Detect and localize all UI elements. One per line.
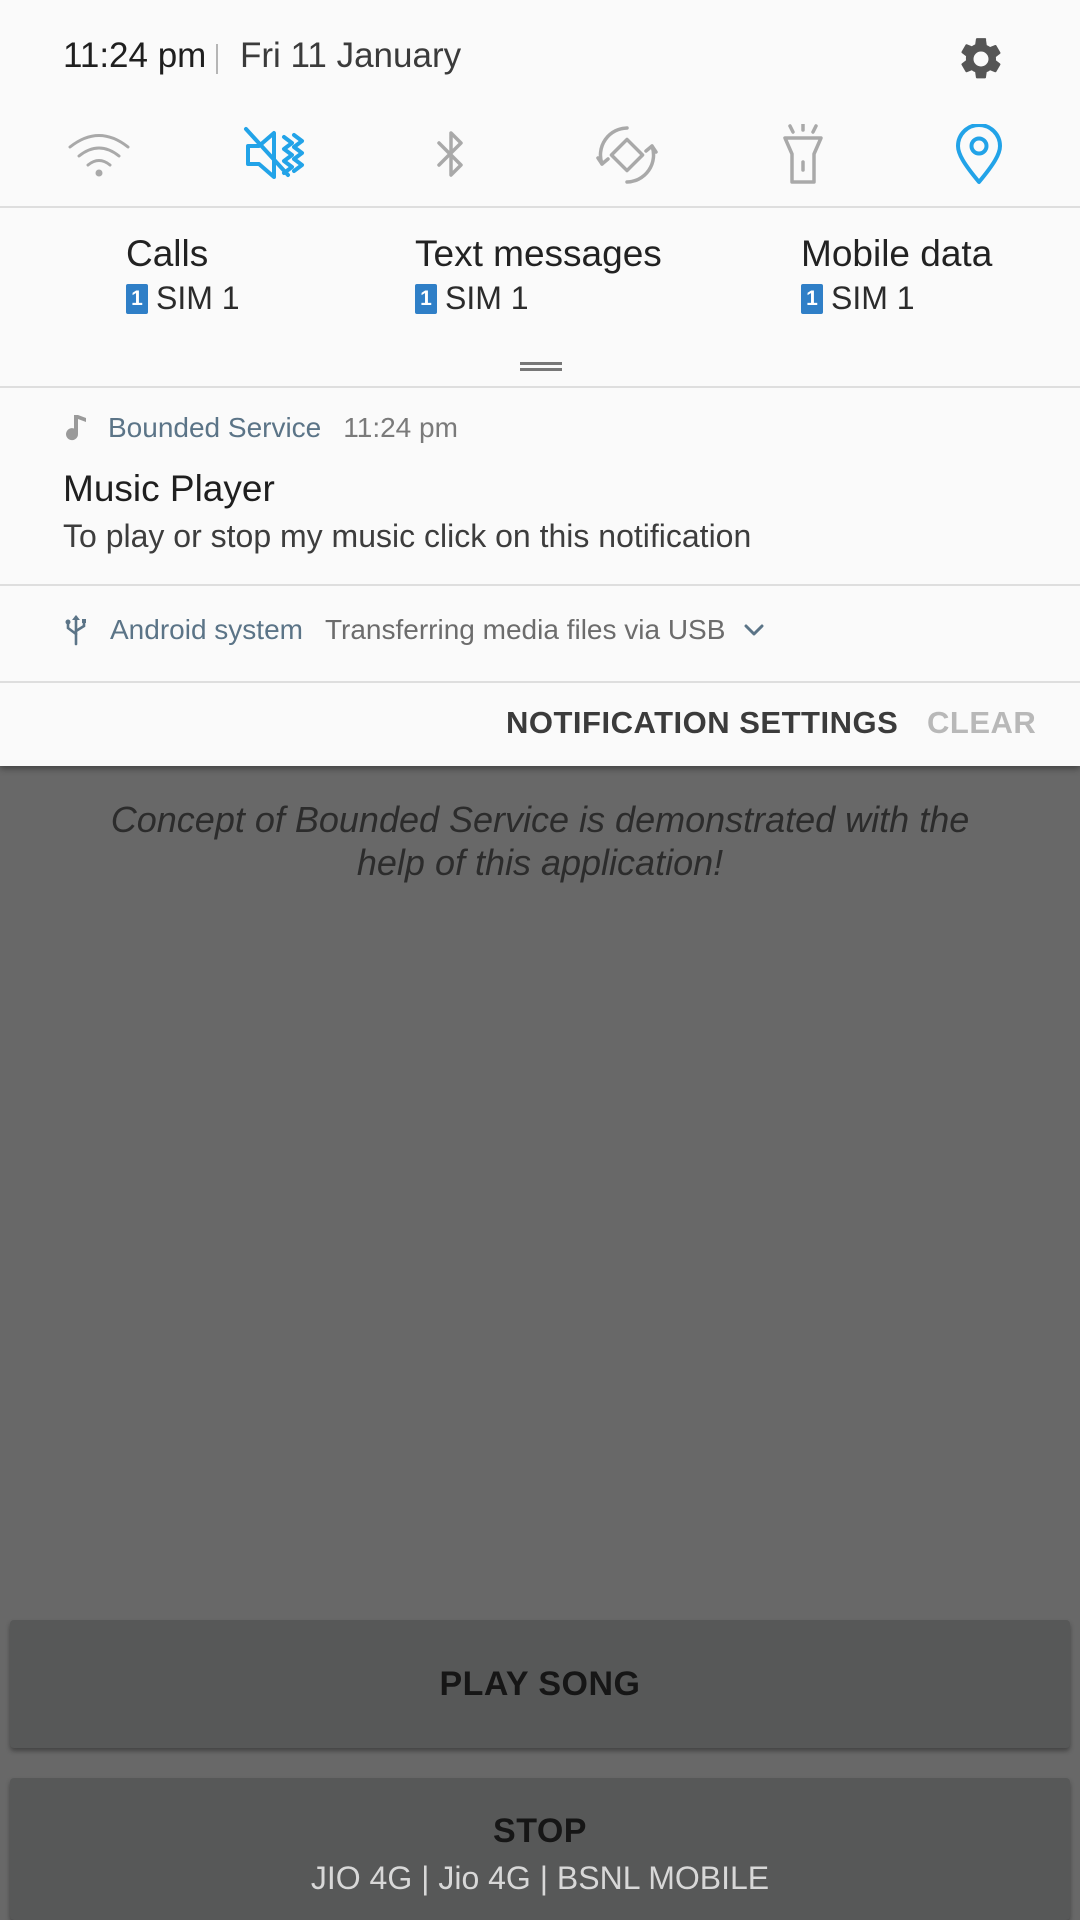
flashlight-toggle[interactable] [768, 120, 838, 190]
play-song-label: PLAY SONG [439, 1664, 641, 1703]
shade-actions: NOTIFICATION SETTINGS CLEAR [0, 683, 1080, 766]
sim-preferences: Calls 1 SIM 1 Text messages 1 SIM 1 Mobi… [0, 208, 1080, 386]
status-divider [216, 44, 218, 74]
notification-app-name: Android system [110, 614, 303, 645]
notification-text: Transferring media files via USB [324, 614, 726, 645]
stop-label: STOP [493, 1812, 587, 1850]
play-song-button[interactable]: PLAY SONG [10, 1620, 1070, 1748]
sound-toggle[interactable] [240, 120, 310, 190]
sim-data-value: SIM 1 [831, 280, 915, 316]
app-content: Concept of Bounded Service is demonstrat… [0, 766, 1080, 1920]
auto-rotate-icon [596, 126, 658, 184]
app-description: Concept of Bounded Service is demonstrat… [110, 799, 970, 883]
mute-icon [244, 127, 304, 179]
clear-button[interactable]: CLEAR [927, 705, 1036, 741]
clock: 11:24 pm [63, 36, 207, 75]
bluetooth-toggle[interactable] [416, 120, 486, 190]
location-toggle[interactable] [944, 120, 1014, 190]
location-icon [956, 124, 1002, 184]
sim-calls-title: Calls [126, 233, 209, 274]
notification-shade: 11:24 pm Fri 11 January Calls 1 SIM 1 Te… [0, 0, 1080, 766]
carrier-label: JIO 4G | Jio 4G | BSNL MOBILE [310, 1860, 770, 1896]
notification-text: To play or stop my music click on this n… [63, 518, 752, 554]
auto-rotate-toggle[interactable] [592, 120, 662, 190]
sim-text-value: SIM 1 [445, 280, 529, 316]
flashlight-icon [783, 124, 823, 184]
music-note-icon [66, 415, 86, 441]
notification-title: Music Player [63, 468, 275, 509]
sim-text-title: Text messages [415, 233, 662, 274]
status-row: 11:24 pm Fri 11 January [0, 0, 1080, 120]
wifi-toggle[interactable] [64, 120, 134, 190]
sim-calls-value: SIM 1 [156, 280, 240, 316]
quick-settings-row [0, 120, 1080, 206]
gear-icon[interactable] [956, 34, 1006, 84]
sim-data-title: Mobile data [801, 233, 993, 274]
sim-card-icon: 1 [126, 283, 148, 314]
notification-time: 11:24 pm [343, 412, 458, 443]
notification-usb[interactable]: Android system Transferring media files … [0, 586, 1080, 681]
date: Fri 11 January [240, 36, 462, 75]
wifi-icon [68, 134, 130, 177]
usb-icon [65, 615, 86, 646]
sim-calls[interactable]: Calls 1 SIM 1 [126, 232, 240, 317]
notification-settings-button[interactable]: NOTIFICATION SETTINGS [506, 705, 898, 741]
notification-app-name: Bounded Service [108, 412, 322, 443]
stop-button[interactable]: STOP [10, 1778, 1070, 1920]
sim-text-messages[interactable]: Text messages 1 SIM 1 [415, 232, 662, 317]
bluetooth-icon [437, 131, 463, 177]
chevron-down-icon[interactable] [743, 622, 765, 638]
drag-handle[interactable] [520, 362, 562, 371]
sim-card-icon: 1 [415, 283, 437, 314]
notification-music-player[interactable]: Bounded Service 11:24 pm Music Player To… [0, 388, 1080, 584]
sim-card-icon: 1 [801, 283, 823, 314]
sim-mobile-data[interactable]: Mobile data 1 SIM 1 [801, 232, 992, 317]
